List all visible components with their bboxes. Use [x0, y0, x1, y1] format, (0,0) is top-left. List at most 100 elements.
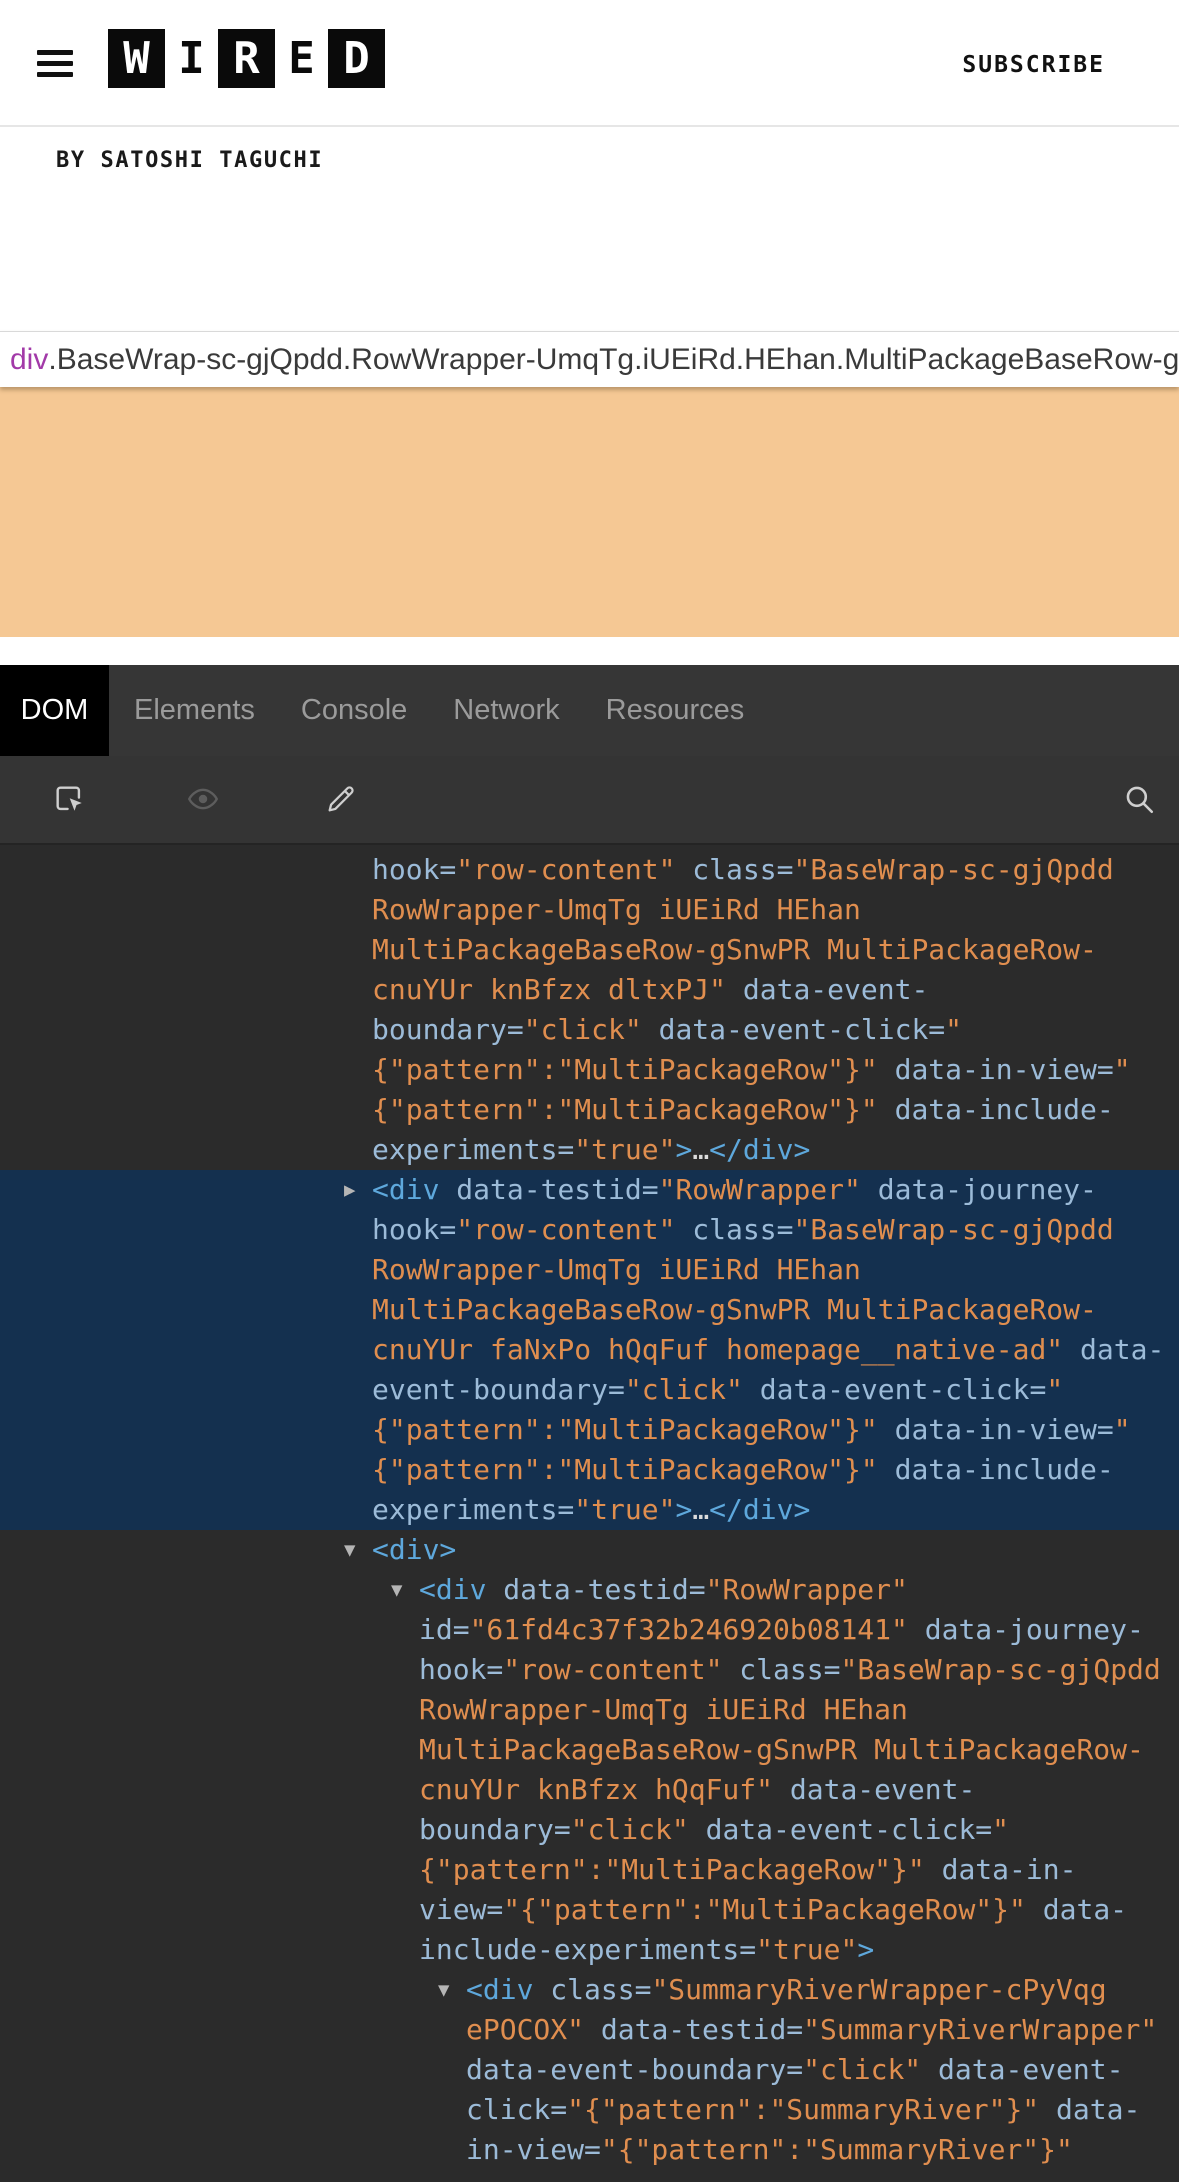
code-segment: boundary=	[419, 1813, 571, 1846]
dom-tree-row[interactable]: ▼ <div data-testid="RowWrapper" id="61fd4c…	[0, 1570, 1179, 1970]
code-segment: <div	[466, 1973, 551, 2006]
code-segment: "true"	[574, 1493, 676, 1526]
dom-tree-row-selected[interactable]: ▶ <div data-testid="RowWrapper" data-jour…	[0, 1170, 1179, 1530]
code-segment: view=	[419, 1893, 504, 1926]
code-segment: "	[992, 1813, 1010, 1846]
code-line: <div>	[372, 1530, 1179, 1570]
tab-dom[interactable]: DOM	[0, 665, 109, 756]
code-segment: {"pattern":"MultiPackageRow"}"	[372, 1453, 878, 1486]
devtools-tab-bar: DOM Elements Console Network Resources	[0, 665, 1179, 756]
code-segment: data-include-	[877, 1453, 1114, 1486]
code-segment: "row-content"	[503, 1653, 723, 1686]
code-line: <div data-testid="RowWrapper"	[419, 1570, 1179, 1610]
wired-logo[interactable]: W I R E D	[108, 29, 385, 88]
code-segment: "BaseWrap-sc-gjQpdd	[793, 853, 1114, 886]
code-segment: "true"	[574, 1133, 676, 1166]
code-line: {"pattern":"MultiPackageRow"}" data-incl…	[372, 1090, 1179, 1130]
code-segment: data-event-click=	[641, 1013, 946, 1046]
eye-icon[interactable]	[186, 782, 220, 816]
code-segment: MultiPackageBaseRow-gSnwPR MultiPackageR…	[372, 933, 1097, 966]
tab-console[interactable]: Console	[301, 665, 407, 756]
code-segment: RowWrapper-UmqTg iUEiRd HEhan	[372, 893, 861, 926]
hamburger-menu-icon[interactable]	[37, 50, 73, 77]
code-line: <div data-testid="RowWrapper" data-journ…	[372, 1170, 1179, 1210]
inspected-element-highlight[interactable]	[0, 387, 1179, 637]
code-line: {"pattern":"MultiPackageRow"}" data-in-v…	[372, 1410, 1179, 1450]
code-segment: <div	[419, 1573, 504, 1606]
tab-elements[interactable]: Elements	[134, 665, 255, 756]
code-segment: "	[945, 1013, 963, 1046]
code-segment: data-	[1025, 1893, 1128, 1926]
disclosure-expanded-icon[interactable]: ▼	[391, 1579, 402, 1601]
tab-resources[interactable]: Resources	[606, 665, 745, 756]
code-segment: "{"pattern":"SummaryRiver"}"	[600, 2133, 1073, 2166]
dom-tree-row[interactable]: ▼ <div class="SummaryRiverWrapper-cPyVqg e…	[0, 1970, 1179, 2170]
code-segment: experiments=	[372, 1493, 575, 1526]
site-header: W I R E D SUBSCRIBE	[0, 0, 1179, 127]
code-segment: class=	[550, 1973, 652, 2006]
logo-letter: D	[328, 29, 385, 88]
selector-class-list: .BaseWrap-sc-gjQpdd.RowWrapper-UmqTg.iUE…	[48, 342, 1179, 376]
code-segment: class=	[722, 1653, 841, 1686]
code-segment: "{"pattern":"MultiPackageRow"}"	[503, 1893, 1026, 1926]
logo-letter: R	[218, 29, 275, 88]
code-segment: data-testid=	[584, 2013, 804, 2046]
code-segment: {"pattern":"MultiPackageRow"}"	[372, 1053, 878, 1086]
code-line: MultiPackageBaseRow-gSnwPR MultiPackageR…	[419, 1730, 1179, 1770]
code-segment: …	[692, 1493, 710, 1526]
element-picker-icon[interactable]	[52, 782, 86, 816]
code-segment: data-event-boundary=	[466, 2053, 804, 2086]
subscribe-button[interactable]: SUBSCRIBE	[962, 52, 1105, 78]
code-segment: data-event-click=	[688, 1813, 993, 1846]
tab-network[interactable]: Network	[453, 665, 559, 756]
code-segment: cnuYUr faNxPo hQqFuf homepage__native-ad…	[372, 1333, 1064, 1366]
devtools-panel: DOM Elements Console Network Resources h…	[0, 665, 1179, 2182]
code-segment: "click"	[624, 1373, 743, 1406]
hamburger-bar	[37, 61, 73, 66]
dom-tree-row[interactable]: ▼ <div>	[0, 1530, 1179, 1570]
code-segment: "BaseWrap-sc-gjQpdd	[793, 1213, 1114, 1246]
dom-tree: hook="row-content" class="BaseWrap-sc-gj…	[0, 845, 1179, 2182]
edit-icon[interactable]	[324, 782, 358, 816]
search-icon[interactable]	[1122, 782, 1156, 816]
code-segment: >	[675, 1133, 693, 1166]
code-segment: hook=	[419, 1653, 504, 1686]
code-segment: "{"pattern":"SummaryRiver"}"	[567, 2093, 1040, 2126]
code-segment: "	[1113, 1413, 1131, 1446]
element-selector-bar[interactable]: div .BaseWrap-sc-gjQpdd.RowWrapper-UmqTg.…	[0, 331, 1179, 387]
code-segment: data-in-	[924, 1853, 1077, 1886]
code-line: click="{"pattern":"SummaryRiver"}" data-	[466, 2090, 1179, 2130]
code-segment: data-event-	[773, 1773, 976, 1806]
code-segment: {"pattern":"MultiPackageRow"}"	[372, 1413, 878, 1446]
code-segment: "BaseWrap-sc-gjQpdd	[840, 1653, 1161, 1686]
code-line: event-boundary="click" data-event-click=…	[372, 1370, 1179, 1410]
disclosure-collapsed-icon[interactable]: ▶	[344, 1179, 355, 1201]
code-segment: id=	[419, 1613, 470, 1646]
code-line: boundary="click" data-event-click="	[372, 1010, 1179, 1050]
code-segment: "row-content"	[456, 1213, 676, 1246]
code-segment: "SummaryRiverWrapper"	[803, 2013, 1158, 2046]
code-segment: <div>	[372, 1533, 457, 1566]
code-segment: >	[857, 1933, 875, 1966]
code-segment: >	[675, 1493, 693, 1526]
code-line: cnuYUr faNxPo hQqFuf homepage__native-ad…	[372, 1330, 1179, 1370]
code-segment: class=	[675, 853, 794, 886]
disclosure-expanded-icon[interactable]: ▼	[438, 1979, 449, 2001]
code-segment: "click"	[803, 2053, 922, 2086]
code-segment: data-in-view=	[877, 1413, 1114, 1446]
code-segment: "61fd4c37f32b246920b08141"	[469, 1613, 908, 1646]
code-segment: {"pattern":"MultiPackageRow"}"	[419, 1853, 925, 1886]
code-segment: data-event-click=	[742, 1373, 1047, 1406]
disclosure-expanded-icon[interactable]: ▼	[344, 1539, 355, 1561]
code-segment: data-	[1063, 1333, 1165, 1366]
code-line: experiments="true">…</div>	[372, 1490, 1179, 1530]
code-segment: "	[1113, 1053, 1131, 1086]
dom-tree-row[interactable]: hook="row-content" class="BaseWrap-sc-gj…	[0, 850, 1179, 1170]
code-line: {"pattern":"MultiPackageRow"}" data-in-v…	[372, 1050, 1179, 1090]
code-line: <div class="SummaryRiverWrapper-cPyVqg	[466, 1970, 1179, 2010]
code-segment: "click"	[523, 1013, 642, 1046]
code-segment: data-journey-	[860, 1173, 1097, 1206]
code-line: {"pattern":"MultiPackageRow"}" data-incl…	[372, 1450, 1179, 1490]
hamburger-bar	[37, 50, 73, 55]
selector-tag-name: div	[10, 342, 49, 376]
